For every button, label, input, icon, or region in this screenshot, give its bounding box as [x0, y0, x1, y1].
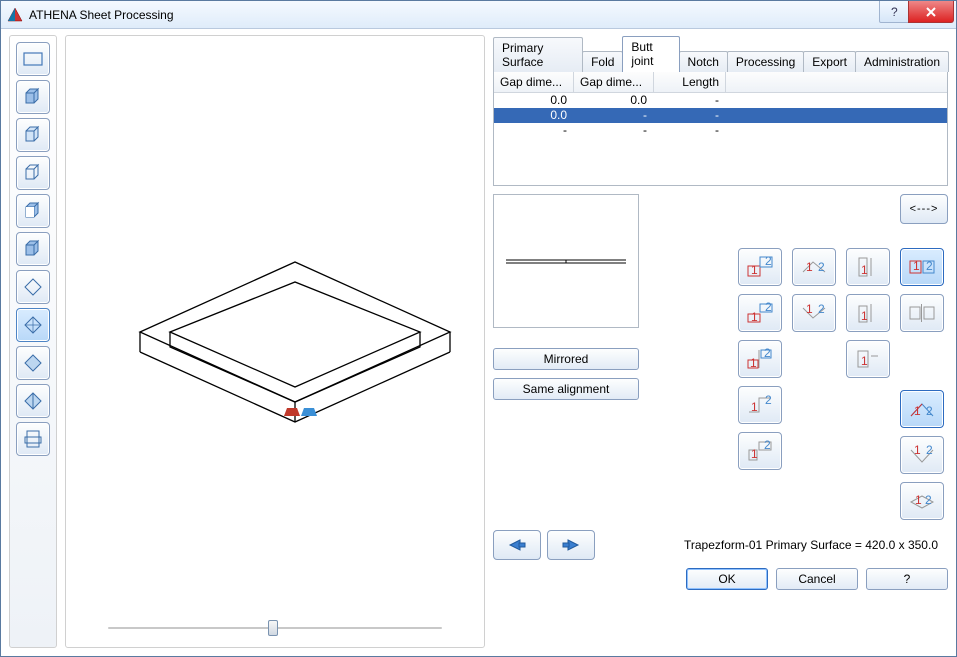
joint-icon-j12-e[interactable]: 12 — [738, 432, 782, 470]
svg-text:?: ? — [891, 6, 898, 18]
svg-text:1: 1 — [914, 443, 921, 457]
tab-export[interactable]: Export — [803, 51, 856, 72]
client-area: Primary Surface Fold Butt joint Notch Pr… — [1, 29, 956, 656]
svg-text:2: 2 — [926, 404, 933, 418]
table-row[interactable]: - - - — [494, 123, 947, 138]
cancel-button[interactable]: Cancel — [776, 568, 858, 590]
sidebar-item-cube-5[interactable] — [16, 232, 50, 266]
joint-icon-edge-c[interactable]: 1 — [846, 340, 890, 378]
joint-icon-seam-b[interactable] — [900, 294, 944, 332]
sidebar-item-prism-1[interactable] — [16, 346, 50, 380]
tab-administration[interactable]: Administration — [855, 51, 949, 72]
col-length[interactable]: Length — [654, 72, 726, 92]
detail-row: Mirrored Same alignment 12 12 12 12 12 — [493, 194, 948, 520]
tab-primary-surface[interactable]: Primary Surface — [493, 37, 583, 72]
sidebar-item-cube-4[interactable] — [16, 194, 50, 228]
joint-icon-iso-a[interactable]: 12 — [792, 248, 836, 286]
tab-fold[interactable]: Fold — [582, 51, 623, 72]
svg-text:1: 1 — [861, 354, 868, 368]
same-alignment-button[interactable]: Same alignment — [493, 378, 639, 400]
tab-processing[interactable]: Processing — [727, 51, 804, 72]
panel-footer: Trapezform-01 Primary Surface = 420.0 x … — [493, 530, 948, 560]
svg-text:1: 1 — [806, 302, 813, 316]
svg-text:1: 1 — [806, 260, 813, 274]
svg-text:1: 1 — [750, 356, 757, 370]
joint-icon-edge-b[interactable]: 1 — [846, 294, 890, 332]
mirrored-button[interactable]: Mirrored — [493, 348, 639, 370]
svg-text:1: 1 — [861, 263, 868, 277]
svg-text:2: 2 — [926, 259, 933, 273]
col-gap2[interactable]: Gap dime... — [574, 72, 654, 92]
joint-icon-j12-d[interactable]: 12 — [738, 386, 782, 424]
window-title: ATHENA Sheet Processing — [29, 8, 880, 22]
joint-icon-j12-a[interactable]: 12 — [738, 248, 782, 286]
svg-text:2: 2 — [765, 254, 772, 268]
joint-icon-corner-a[interactable]: 12 — [900, 390, 944, 428]
joint-icon-edge-a[interactable]: 1 — [846, 248, 890, 286]
svg-text:2: 2 — [764, 438, 771, 452]
svg-text:1: 1 — [861, 309, 868, 323]
main-row: Primary Surface Fold Butt joint Notch Pr… — [9, 35, 948, 648]
joint-icon-j12-c[interactable]: 12 — [738, 340, 782, 378]
next-button[interactable] — [547, 530, 595, 560]
dialog-window: ATHENA Sheet Processing ? — [0, 0, 957, 657]
titlebar: ATHENA Sheet Processing ? — [1, 1, 956, 29]
table-row[interactable]: 0.0 0.0 - — [494, 93, 947, 108]
svg-text:1: 1 — [751, 447, 758, 461]
joint-table[interactable]: Gap dime... Gap dime... Length 0.0 0.0 -… — [493, 71, 948, 186]
titlebar-close-button[interactable] — [908, 1, 954, 23]
joint-icon-corner-b[interactable]: 12 — [900, 436, 944, 474]
svg-text:2: 2 — [764, 346, 771, 360]
app-icon — [7, 7, 23, 23]
sidebar-item-prism-2[interactable] — [16, 384, 50, 418]
titlebar-help-button[interactable]: ? — [879, 1, 909, 23]
sidebar-item-rect[interactable] — [16, 42, 50, 76]
joint-icon-seam-a[interactable]: 12 — [900, 248, 944, 286]
ok-button[interactable]: OK — [686, 568, 768, 590]
tab-bar: Primary Surface Fold Butt joint Notch Pr… — [493, 35, 948, 71]
preview-pane — [65, 35, 485, 648]
svg-text:1: 1 — [913, 259, 920, 273]
joint-icon-corner-c[interactable]: 12 — [900, 482, 944, 520]
svg-text:2: 2 — [925, 493, 932, 507]
svg-text:1: 1 — [914, 404, 921, 418]
col-gap1[interactable]: Gap dime... — [494, 72, 574, 92]
svg-text:1: 1 — [915, 493, 922, 507]
sidebar — [9, 35, 57, 648]
svg-text:2: 2 — [818, 302, 825, 316]
joint-icon-j12-b[interactable]: 12 — [738, 294, 782, 332]
svg-text:1: 1 — [751, 310, 758, 324]
right-panel: Primary Surface Fold Butt joint Notch Pr… — [493, 35, 948, 648]
status-text: Trapezform-01 Primary Surface = 420.0 x … — [595, 538, 948, 552]
svg-text:2: 2 — [765, 300, 772, 314]
help-button[interactable]: ? — [866, 568, 948, 590]
tab-butt-joint[interactable]: Butt joint — [622, 36, 679, 72]
sidebar-item-page[interactable] — [16, 422, 50, 456]
sidebar-item-cube-3[interactable] — [16, 156, 50, 190]
table-row[interactable]: 0.0 - - — [494, 108, 947, 123]
prev-button[interactable] — [493, 530, 541, 560]
svg-text:2: 2 — [818, 260, 825, 274]
svg-text:1: 1 — [751, 400, 758, 414]
joint-preview — [493, 194, 639, 328]
sidebar-item-diamond[interactable] — [16, 270, 50, 304]
svg-text:2: 2 — [926, 443, 933, 457]
preview-drawing — [80, 202, 470, 482]
zoom-slider[interactable] — [108, 623, 442, 633]
tab-notch[interactable]: Notch — [679, 51, 728, 72]
table-header: Gap dime... Gap dime... Length — [494, 72, 947, 93]
svg-text:1: 1 — [751, 263, 758, 277]
sidebar-item-cube-1[interactable] — [16, 80, 50, 114]
dialog-buttons: OK Cancel ? — [493, 568, 948, 590]
sidebar-item-cube-2[interactable] — [16, 118, 50, 152]
sidebar-item-diamond-notch[interactable] — [16, 308, 50, 342]
joint-icon-iso-b[interactable]: 12 — [792, 294, 836, 332]
svg-text:2: 2 — [765, 393, 772, 407]
swap-button[interactable]: <---> — [900, 194, 948, 224]
